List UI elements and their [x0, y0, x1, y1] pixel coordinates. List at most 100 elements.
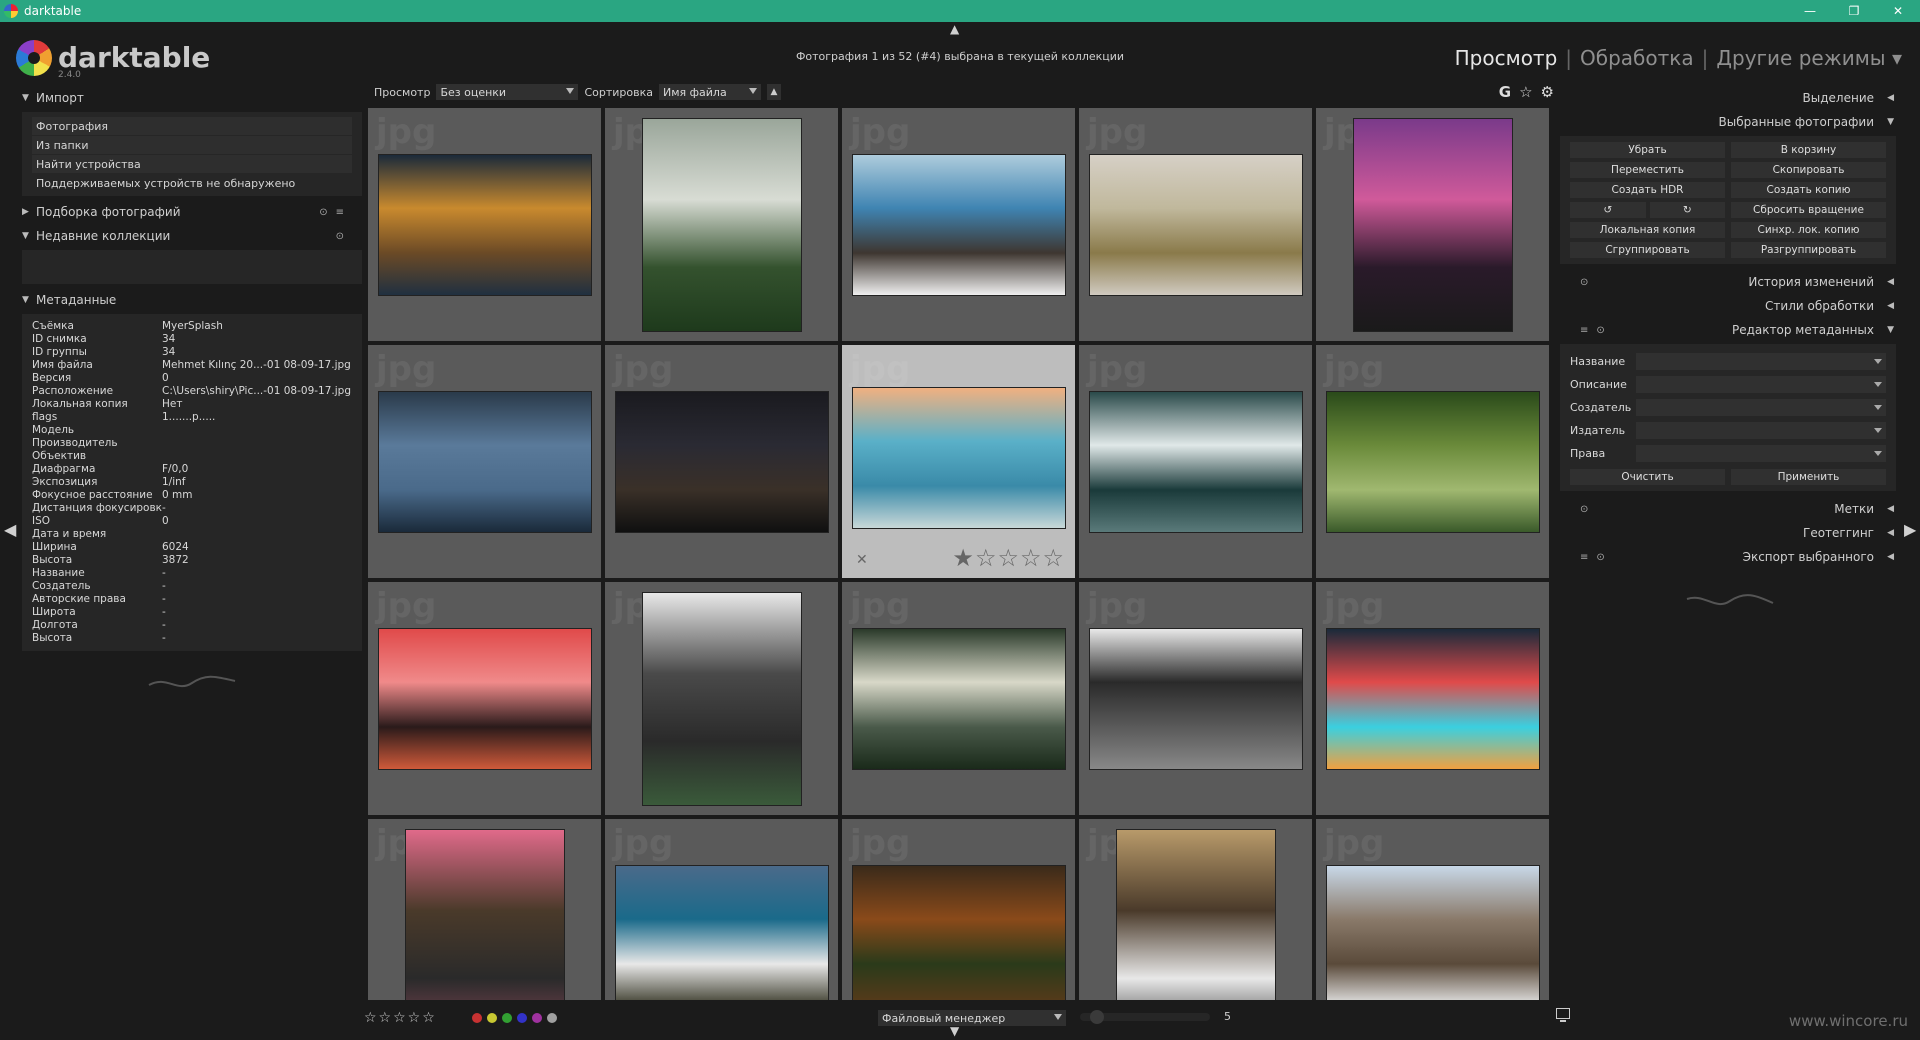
scan-devices-button[interactable]: Найти устройства — [32, 155, 352, 173]
color-label-dot[interactable] — [532, 1013, 542, 1023]
import-folder-button[interactable]: Из папки — [32, 136, 352, 154]
reset-icon[interactable]: ⊙ — [1580, 504, 1588, 515]
thumbnail[interactable]: jpg — [368, 108, 601, 341]
minimize-button[interactable]: — — [1788, 0, 1832, 22]
metadata-editor-input[interactable] — [1636, 353, 1886, 370]
star-filled-icon[interactable]: ★ — [952, 544, 975, 572]
thumbnail[interactable]: jpg — [605, 819, 838, 1000]
settings-gear-icon[interactable]: ⚙ — [1541, 83, 1554, 101]
selected-action-button[interactable]: Создать HDR — [1570, 182, 1725, 198]
select-section-header[interactable]: Выделение ◀ — [1560, 86, 1900, 110]
metadata-editor-input[interactable] — [1636, 445, 1886, 462]
metadata-editor-row: Права — [1570, 442, 1886, 465]
thumbnail[interactable]: jpg — [1316, 582, 1549, 815]
rating-filter-value: Без оценки — [440, 85, 507, 99]
rating-filter-combo[interactable]: Без оценки — [436, 84, 579, 100]
selected-action-button[interactable]: Сбросить вращение — [1731, 202, 1886, 218]
selected-action-button[interactable]: Создать копию — [1731, 182, 1886, 198]
metadata-editor-input[interactable] — [1636, 376, 1886, 393]
metadata-section-header[interactable]: ▼ Метаданные — [22, 288, 362, 312]
view-other-modes[interactable]: Другие режимы ▾ — [1716, 46, 1902, 70]
sort-combo[interactable]: Имя файла — [658, 84, 761, 100]
presets-icon[interactable]: ≡ — [1580, 325, 1588, 336]
selected-action-button[interactable]: Убрать — [1570, 142, 1725, 158]
overlay-star-icon[interactable]: ☆ — [1519, 83, 1532, 101]
thumbnail[interactable]: jpg — [605, 582, 838, 815]
thumbnail[interactable]: jpg — [1079, 582, 1312, 815]
thumbnail[interactable]: jpg — [1316, 819, 1549, 1000]
zoom-value[interactable]: 5 — [1224, 1010, 1231, 1023]
thumbnail[interactable]: jpg — [1316, 345, 1549, 578]
layout-combo[interactable]: Файловый менеджер — [878, 1010, 1066, 1026]
thumbnail[interactable]: jpg — [605, 345, 838, 578]
reset-icon[interactable]: ⊙ — [319, 207, 327, 218]
export-section-header[interactable]: ≡ ⊙ Экспорт выбранного ◀ — [1560, 545, 1900, 569]
selected-images-header[interactable]: Выбранные фотографии ▼ — [1560, 110, 1900, 134]
color-label-dot[interactable] — [472, 1013, 482, 1023]
presets-icon[interactable]: ≡ — [336, 207, 344, 218]
rotate-cw-button[interactable]: ↻ — [1649, 202, 1725, 218]
collapsed-triangle-icon: ◀ — [1887, 528, 1894, 538]
grouping-icon[interactable]: G — [1499, 83, 1511, 101]
thumbnail[interactable]: jpg — [368, 345, 601, 578]
reset-icon[interactable]: ⊙ — [1596, 325, 1604, 336]
selected-action-button[interactable]: Локальная копия — [1570, 222, 1725, 238]
selected-action-button[interactable]: Разгруппировать — [1731, 242, 1886, 258]
presets-icon[interactable]: ≡ — [1580, 552, 1588, 563]
monitor-icon[interactable] — [1556, 1008, 1570, 1022]
reset-icon[interactable]: ⊙ — [336, 231, 344, 242]
metadata-row: Экспозиция 1/inf — [32, 476, 352, 489]
thumbnail-selected[interactable]: jpg ✕ ★☆☆☆☆ — [842, 345, 1075, 578]
thumbnail-star-rating[interactable]: ★☆☆☆☆ — [952, 544, 1065, 572]
selected-action-button[interactable]: Синхр. лок. копию — [1731, 222, 1886, 238]
apply-metadata-button[interactable]: Применить — [1731, 469, 1886, 485]
collect-section-header[interactable]: ▶ Подборка фотографий ⊙ ≡ — [22, 200, 362, 224]
rating-stars-filter[interactable]: ☆☆☆☆☆ — [364, 1010, 437, 1026]
view-lighttable[interactable]: Просмотр — [1455, 46, 1558, 70]
close-button[interactable]: ✕ — [1876, 0, 1920, 22]
metadata-editor-input[interactable] — [1636, 422, 1886, 439]
metadata-editor-header[interactable]: ≡ ⊙ Редактор метаданных ▼ — [1560, 318, 1900, 342]
recent-collections-header[interactable]: ▼ Недавние коллекции ⊙ — [22, 224, 362, 248]
thumbnail[interactable]: jpg — [842, 108, 1075, 341]
view-darkroom[interactable]: Обработка — [1580, 46, 1694, 70]
bottom-panel-toggle-arrow-icon[interactable]: ▼ — [950, 1024, 959, 1038]
thumbnail[interactable]: jpg — [842, 819, 1075, 1000]
sort-direction-button[interactable]: ▲ — [766, 84, 781, 100]
reset-icon[interactable]: ⊙ — [1596, 552, 1604, 563]
selected-action-button[interactable]: Переместить — [1570, 162, 1725, 178]
zoom-slider-handle[interactable] — [1090, 1010, 1104, 1024]
top-panel-toggle-arrow-icon[interactable]: ▲ — [950, 22, 959, 36]
color-label-dot[interactable] — [487, 1013, 497, 1023]
right-panel-toggle-arrow-icon[interactable]: ▶ — [1904, 520, 1916, 539]
history-section-header[interactable]: ⊙ История изменений ◀ — [1560, 270, 1900, 294]
color-label-dot[interactable] — [547, 1013, 557, 1023]
thumbnail[interactable]: jpg — [842, 582, 1075, 815]
thumbnail[interactable]: jpg — [605, 108, 838, 341]
selected-action-button[interactable]: В корзину — [1731, 142, 1886, 158]
reset-icon[interactable]: ⊙ — [1580, 277, 1588, 288]
star-empty-icons[interactable]: ☆☆☆☆ — [975, 544, 1065, 572]
color-label-dot[interactable] — [517, 1013, 527, 1023]
left-panel-toggle-arrow-icon[interactable]: ◀ — [4, 520, 16, 539]
import-photo-button[interactable]: Фотография — [32, 117, 352, 135]
thumbnail[interactable]: jpg — [1079, 345, 1312, 578]
color-label-dot[interactable] — [502, 1013, 512, 1023]
restore-button[interactable]: ❐ — [1832, 0, 1876, 22]
metadata-editor-input[interactable] — [1636, 399, 1886, 416]
selected-action-button[interactable]: Сгруппировать — [1570, 242, 1725, 258]
tags-section-header[interactable]: ⊙ Метки ◀ — [1560, 497, 1900, 521]
geotag-section-header[interactable]: Геотеггинг ◀ — [1560, 521, 1900, 545]
thumbnail[interactable]: jpg — [1079, 819, 1312, 1000]
clear-metadata-button[interactable]: Очистить — [1570, 469, 1725, 485]
thumbnail[interactable]: jpg — [1316, 108, 1549, 341]
styles-section-header[interactable]: Стили обработки ◀ — [1560, 294, 1900, 318]
thumbnail[interactable]: jpg — [1079, 108, 1312, 341]
styles-title: Стили обработки — [1765, 299, 1874, 313]
selected-action-button[interactable]: Скопировать — [1731, 162, 1886, 178]
reject-icon[interactable]: ✕ — [856, 552, 868, 568]
import-section-header[interactable]: ▼ Импорт — [22, 86, 362, 110]
rotate-ccw-button[interactable]: ↺ — [1570, 202, 1646, 218]
thumbnail[interactable]: jpg — [368, 819, 601, 1000]
thumbnail[interactable]: jpg — [368, 582, 601, 815]
